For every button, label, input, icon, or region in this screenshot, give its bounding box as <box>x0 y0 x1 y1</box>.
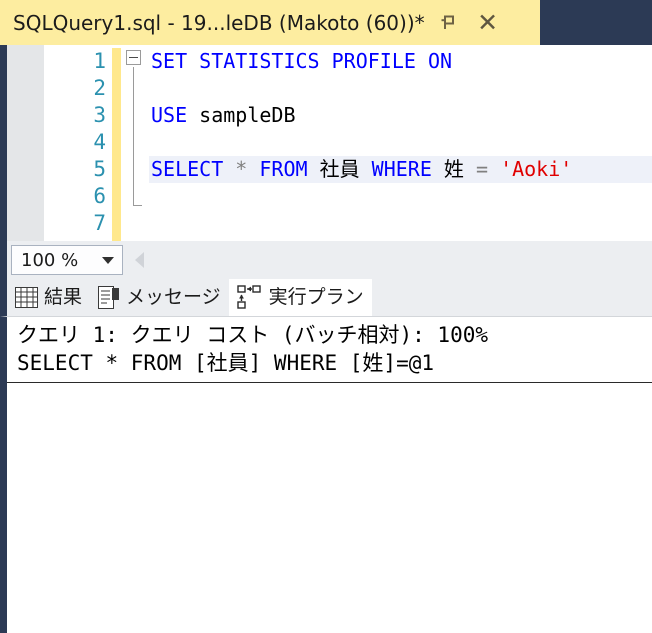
plan-canvas[interactable]: Table Scan [社員] コスト: 100 % 0.005s 12 中 1… <box>7 383 652 619</box>
code-token: SELECT <box>151 157 224 181</box>
line-number: 4 <box>93 130 106 154</box>
zoom-level-value: 100 % <box>21 249 79 271</box>
plan-header: クエリ 1: クエリ コスト (バッチ相対): 100% SELECT * FR… <box>7 317 652 379</box>
line-number: 5 <box>93 157 106 181</box>
code-token: 姓 <box>443 157 464 181</box>
code-token: SET STATISTICS PROFILE ON <box>151 49 453 73</box>
tab-messages-label: メッセージ <box>126 286 221 308</box>
editor-indicator-margin <box>7 45 44 241</box>
code-token: FROM <box>259 157 308 181</box>
message-icon <box>98 286 120 309</box>
code-token: USE <box>151 103 188 127</box>
code-line: SELECT * FROM 社員 WHERE 姓 = 'Aoki' <box>121 156 652 183</box>
code-token: 'Aoki' <box>500 157 573 181</box>
line-number: 3 <box>93 103 106 127</box>
execution-plan-pane[interactable]: クエリ 1: クエリ コスト (バッチ相対): 100% SELECT * FR… <box>0 317 652 633</box>
line-number: 2 <box>93 76 106 100</box>
code-lines: SET STATISTICS PROFILE ON USE sampleDB SEL… <box>121 48 652 237</box>
code-token: = <box>475 157 489 181</box>
results-tab-strip: 結果 メッセージ 実行プラン <box>0 279 652 317</box>
line-number: 6 <box>93 184 106 208</box>
document-tab-strip: SQLQuery1.sql - 19...leDB (Makoto (60))*… <box>0 0 652 45</box>
line-number-gutter: 1 2 3 4 5 6 7 <box>44 45 112 241</box>
line-number: 1 <box>93 49 106 73</box>
code-token: WHERE <box>371 157 432 181</box>
editor-zoom-bar: 100 % <box>0 241 652 279</box>
document-tab-sqlquery1[interactable]: SQLQuery1.sql - 19...leDB (Makoto (60))*… <box>0 0 540 45</box>
grid-icon <box>15 287 38 308</box>
code-line: USE sampleDB <box>121 102 652 129</box>
tab-messages[interactable]: メッセージ <box>90 279 229 316</box>
tab-execution-plan-label: 実行プラン <box>268 286 364 308</box>
code-token: * <box>235 157 248 181</box>
editor-change-bar <box>112 48 121 241</box>
execution-plan-icon <box>236 284 263 311</box>
chevron-down-icon <box>102 256 114 264</box>
pin-icon[interactable] <box>431 6 465 40</box>
plan-query-text-line: SELECT * FROM [社員] WHERE [姓]=@1 <box>17 351 435 375</box>
code-area[interactable]: SET STATISTICS PROFILE ON USE sampleDB SEL… <box>121 45 652 241</box>
document-tab-title: SQLQuery1.sql - 19...leDB (Makoto (60))* <box>13 10 425 35</box>
close-icon[interactable]: ✕ <box>471 6 505 40</box>
zoom-level-dropdown[interactable]: 100 % <box>11 245 123 275</box>
tab-results[interactable]: 結果 <box>7 279 90 316</box>
tab-results-label: 結果 <box>44 286 83 308</box>
sql-editor[interactable]: 1 2 3 4 5 6 7 SET STATISTICS PROFILE ON U… <box>0 45 652 241</box>
code-token: 社員 <box>319 157 360 181</box>
plan-query-cost-line: クエリ 1: クエリ コスト (バッチ相対): 100% <box>17 323 489 347</box>
code-line: SET STATISTICS PROFILE ON <box>121 48 652 75</box>
ssms-window: SQLQuery1.sql - 19...leDB (Makoto (60))*… <box>0 0 652 633</box>
splitter-caret-icon[interactable] <box>135 252 144 268</box>
code-token: sampleDB <box>199 103 296 127</box>
tab-execution-plan[interactable]: 実行プラン <box>228 279 372 316</box>
line-number: 7 <box>93 211 106 235</box>
